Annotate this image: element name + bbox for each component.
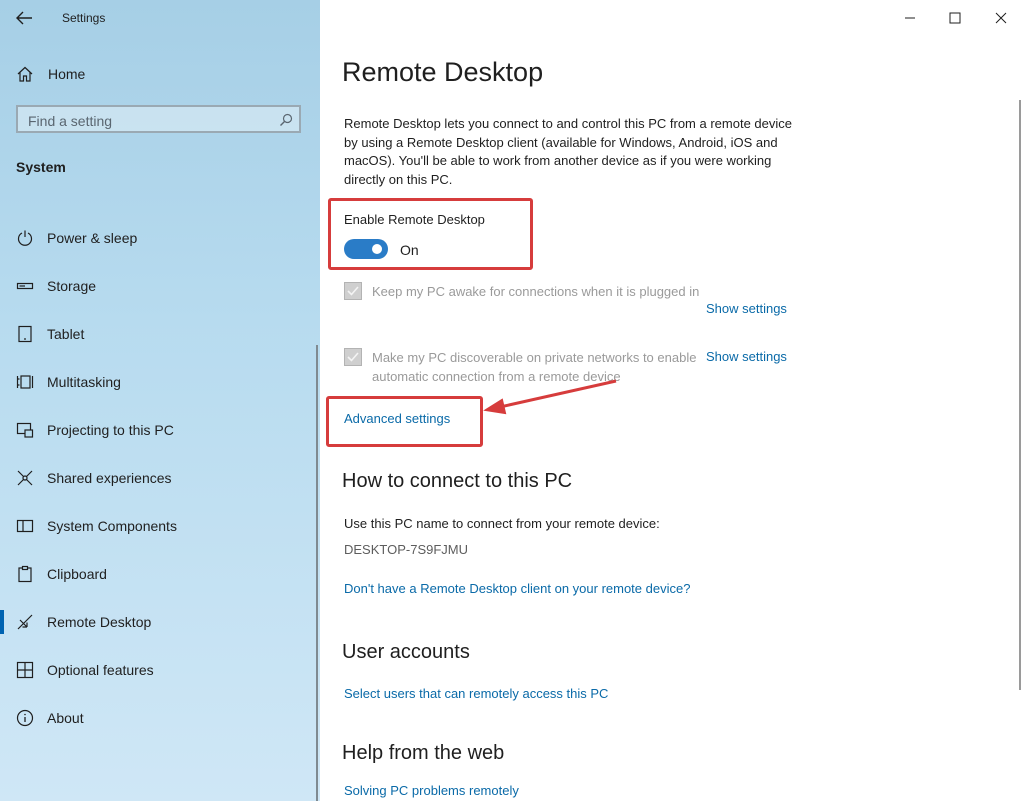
home-nav-item[interactable]: Home <box>16 63 85 85</box>
annotation-highlight-box <box>328 198 533 270</box>
shared-icon <box>17 470 33 486</box>
tablet-icon <box>18 325 32 343</box>
sidebar-item-label: Optional features <box>47 662 154 678</box>
sidebar-item-label: Power & sleep <box>47 230 138 246</box>
discoverable-text: Make my PC discoverable on private netwo… <box>372 350 697 384</box>
connect-instruction: Use this PC name to connect from your re… <box>344 516 660 531</box>
sidebar-item-label: System Components <box>47 518 177 534</box>
keep-awake-show-settings-link[interactable]: Show settings <box>706 301 787 316</box>
checkmark-icon <box>347 352 359 362</box>
discoverable-checkbox[interactable] <box>344 348 362 366</box>
enable-remote-desktop-label: Enable Remote Desktop <box>344 212 485 227</box>
search-placeholder: Find a setting <box>28 113 113 129</box>
sidebar-item-label: Tablet <box>47 326 85 342</box>
remote-desktop-icon <box>17 614 33 630</box>
sidebar-item-storage[interactable]: Storage <box>0 262 320 310</box>
clipboard-icon <box>18 565 32 583</box>
info-icon <box>16 709 34 727</box>
toggle-state-label: On <box>400 242 419 258</box>
pc-name: DESKTOP-7S9FJMU <box>344 542 469 557</box>
enable-remote-desktop-toggle[interactable] <box>344 239 388 259</box>
sidebar-item-system-components[interactable]: System Components <box>0 502 320 550</box>
power-icon <box>17 230 33 246</box>
keep-awake-text: Keep my PC awake for connections when it… <box>372 284 700 299</box>
checkmark-icon <box>347 286 359 296</box>
sidebar-item-optional-features[interactable]: Optional features <box>0 646 320 694</box>
projecting-icon <box>16 422 34 438</box>
sidebar-item-label: Multitasking <box>47 374 121 390</box>
help-heading: Help from the web <box>342 742 505 764</box>
sidebar-item-power-sleep[interactable]: Power & sleep <box>0 214 320 262</box>
home-icon <box>17 66 33 82</box>
sidebar-item-label: Clipboard <box>47 566 107 582</box>
connect-heading: How to connect to this PC <box>342 470 573 492</box>
help-link[interactable]: Solving PC problems remotely <box>344 783 519 798</box>
sidebar-item-label: About <box>47 710 84 726</box>
close-button[interactable] <box>991 8 1011 28</box>
multitasking-icon <box>16 375 34 389</box>
minimize-icon <box>905 17 915 19</box>
components-icon <box>16 519 34 533</box>
page-description: Remote Desktop lets you connect to and c… <box>344 116 792 187</box>
sidebar-nav: Power & sleep Storage Tablet Multitaskin… <box>0 214 320 742</box>
sidebar-item-multitasking[interactable]: Multitasking <box>0 358 320 406</box>
user-accounts-heading: User accounts <box>342 641 470 663</box>
search-input[interactable]: Find a setting <box>16 105 301 133</box>
features-icon <box>16 661 34 679</box>
sidebar-item-projecting[interactable]: Projecting to this PC <box>0 406 320 454</box>
back-arrow-icon <box>16 11 32 25</box>
toggle-knob <box>372 244 382 254</box>
discoverable-show-settings-link[interactable]: Show settings <box>706 349 787 364</box>
maximize-button[interactable] <box>945 8 965 28</box>
keep-awake-checkbox[interactable] <box>344 282 362 300</box>
maximize-icon <box>949 12 961 24</box>
sidebar-item-shared-experiences[interactable]: Shared experiences <box>0 454 320 502</box>
home-label: Home <box>48 66 86 82</box>
get-client-link[interactable]: Don't have a Remote Desktop client on yo… <box>344 581 690 596</box>
sidebar-item-label: Shared experiences <box>47 470 172 486</box>
sidebar-item-about[interactable]: About <box>0 694 320 742</box>
sidebar-item-label: Storage <box>47 278 97 294</box>
minimize-button[interactable] <box>900 8 920 28</box>
sidebar-item-remote-desktop[interactable]: Remote Desktop <box>0 598 320 646</box>
advanced-settings-link[interactable]: Advanced settings <box>344 411 450 426</box>
storage-icon <box>16 282 34 290</box>
sidebar-item-label: Projecting to this PC <box>47 422 174 438</box>
app-title: Settings <box>62 11 106 25</box>
sidebar-item-label: Remote Desktop <box>47 614 152 630</box>
section-title: System <box>16 159 66 175</box>
sidebar: Settings Home Find a setting System Powe… <box>0 0 320 801</box>
selection-indicator <box>0 610 4 634</box>
select-users-link[interactable]: Select users that can remotely access th… <box>344 686 608 701</box>
sidebar-item-clipboard[interactable]: Clipboard <box>0 550 320 598</box>
sidebar-item-tablet[interactable]: Tablet <box>0 310 320 358</box>
page-title: Remote Desktop <box>342 57 544 87</box>
main-scrollbar[interactable] <box>1019 100 1021 690</box>
sidebar-scrollbar[interactable] <box>316 345 318 801</box>
close-icon <box>995 12 1007 24</box>
search-icon <box>280 113 293 126</box>
back-button[interactable] <box>14 8 36 28</box>
